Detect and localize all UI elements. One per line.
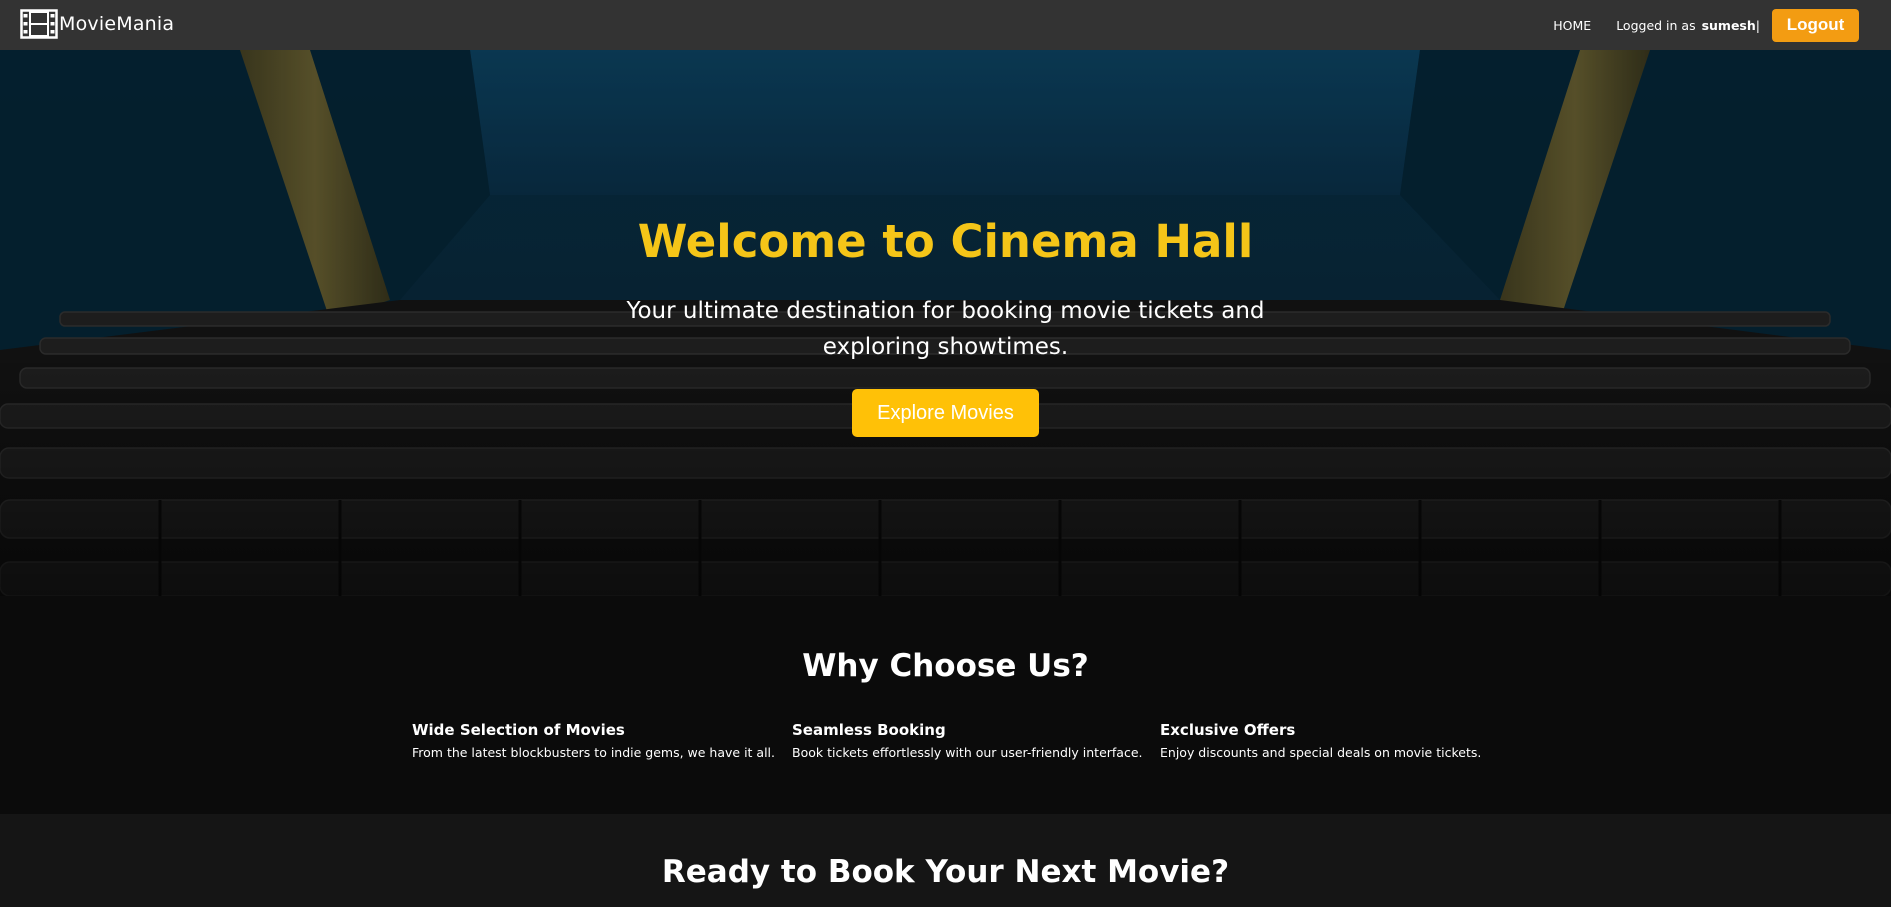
brand-name: MovieMania (59, 13, 175, 35)
nav-separator: | (1755, 17, 1760, 33)
feature-title: Exclusive Offers (1160, 721, 1296, 739)
feature-desc: From the latest blockbusters to indie ge… (412, 745, 776, 760)
feature-title: Wide Selection of Movies (412, 721, 625, 739)
feature-item: Wide Selection of Movies From the latest… (412, 721, 775, 760)
hero-content: Welcome to Cinema Hall Your ultimate des… (0, 50, 1891, 596)
navbar: MovieMania HOME Logged in as sumesh | Lo… (0, 0, 1891, 50)
hero-subtitle: Your ultimate destination for booking mo… (626, 298, 1265, 360)
username: sumesh (1701, 17, 1756, 33)
hero-title: Welcome to Cinema Hall (637, 215, 1254, 268)
brand-link[interactable]: MovieMania (20, 9, 174, 39)
logout-button[interactable]: Logout (1772, 8, 1859, 42)
film-reel-icon (20, 9, 58, 39)
features-section: Why Choose Us? Wide Selection of Movies … (0, 596, 1891, 814)
explore-movies-button[interactable]: Explore Movies (852, 389, 1039, 437)
features-title: Why Choose Us? (802, 648, 1089, 684)
feature-title: Seamless Booking (792, 721, 946, 739)
feature-desc: Enjoy discounts and special deals on mov… (1160, 745, 1482, 760)
feature-item: Exclusive Offers Enjoy discounts and spe… (1160, 721, 1481, 760)
logged-in-label: Logged in as (1616, 17, 1696, 33)
feature-item: Seamless Booking Book tickets effortless… (792, 721, 1143, 760)
nav-right: HOME Logged in as sumesh | Logout (1553, 0, 1859, 50)
feature-desc: Book tickets effortlessly with our user-… (792, 745, 1143, 760)
nav-home-link[interactable]: HOME (1553, 18, 1591, 33)
hero-section: Welcome to Cinema Hall Your ultimate des… (0, 50, 1891, 596)
cta-title: Ready to Book Your Next Movie? (661, 854, 1230, 890)
cta-section: Ready to Book Your Next Movie? (0, 814, 1891, 907)
